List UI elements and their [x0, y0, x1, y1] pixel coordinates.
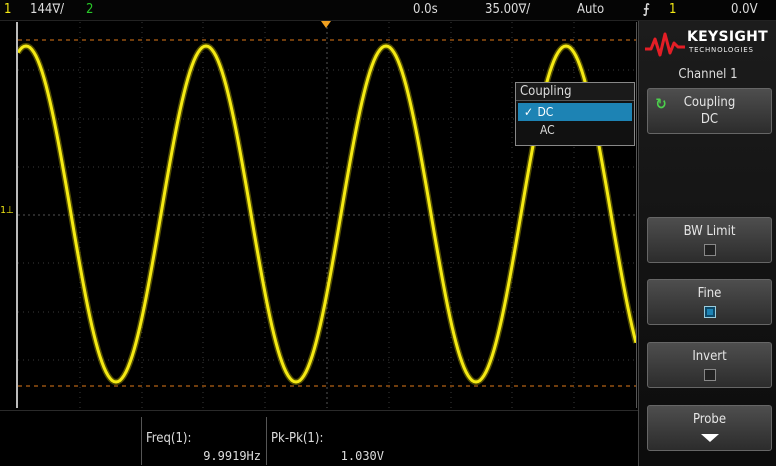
- status-bar: 1 144∇/ 2 0.0s 35.00∇/ Auto ⨍ 1 0.0V: [0, 0, 776, 21]
- keysight-logo: KEYSIGHT TECHNOLOGIES: [645, 27, 775, 61]
- measurement-freq-label: Freq(1):: [146, 431, 192, 446]
- channel2-number[interactable]: 2: [86, 2, 93, 18]
- brand-subtitle: TECHNOLOGIES: [689, 46, 754, 54]
- bw-limit-softkey[interactable]: BW Limit: [647, 217, 772, 263]
- trigger-source[interactable]: 1: [669, 2, 676, 18]
- invert-label: Invert: [692, 349, 727, 364]
- measurement-pkpk-value: 1.030V: [340, 449, 384, 463]
- coupling-dropdown-title: Coupling: [516, 83, 634, 101]
- coupling-softkey[interactable]: ↻ Coupling DC: [647, 88, 772, 134]
- coupling-option-dc[interactable]: ✓ DC: [518, 103, 632, 121]
- measurement-pkpk[interactable]: Pk-Pk(1): 1.030V: [266, 417, 388, 465]
- channel1-number[interactable]: 1: [4, 2, 11, 18]
- measurement-bar: Freq(1): 9.9919Hz Pk-Pk(1): 1.030V: [0, 410, 638, 466]
- keysight-wave-icon: [645, 32, 685, 57]
- trigger-mode[interactable]: Auto: [577, 2, 604, 18]
- coupling-option-dc-label: DC: [537, 105, 554, 119]
- probe-label: Probe: [692, 412, 727, 427]
- fine-checkbox: [703, 306, 716, 318]
- bw-limit-checkbox: [703, 244, 716, 256]
- measurement-freq[interactable]: Freq(1): 9.9919Hz: [141, 417, 265, 465]
- waveform-display[interactable]: [16, 22, 637, 408]
- rotate-knob-icon: ↻: [655, 95, 667, 113]
- trigger-edge-icon: ⨍: [643, 2, 650, 17]
- coupling-option-ac[interactable]: AC: [516, 121, 634, 140]
- probe-softkey[interactable]: Probe: [647, 405, 772, 451]
- measurement-freq-value: 9.9919Hz: [203, 449, 261, 463]
- coupling-dropdown[interactable]: Coupling ✓ DC AC: [515, 82, 635, 146]
- measurement-pkpk-label: Pk-Pk(1):: [271, 431, 324, 446]
- trigger-level[interactable]: 0.0V: [731, 2, 758, 18]
- channel1-scale[interactable]: 144∇/: [30, 2, 64, 18]
- fine-label: Fine: [697, 286, 722, 301]
- time-scale[interactable]: 35.00∇/: [485, 2, 530, 18]
- menu-title: Channel 1: [678, 67, 738, 82]
- time-position[interactable]: 0.0s: [413, 2, 438, 18]
- coupling-option-ac-label: AC: [540, 123, 555, 137]
- channel1-ground-marker[interactable]: 1⊥: [0, 206, 14, 216]
- coupling-softkey-value: DC: [700, 112, 719, 127]
- invert-softkey[interactable]: Invert: [647, 342, 772, 388]
- trigger-position-marker[interactable]: [321, 21, 331, 28]
- arrow-down-icon: [700, 434, 719, 442]
- invert-checkbox: [703, 369, 716, 381]
- fine-softkey[interactable]: Fine: [647, 279, 772, 325]
- graticule: [18, 22, 636, 408]
- bw-limit-label: BW Limit: [683, 224, 736, 239]
- brand-name: KEYSIGHT: [687, 29, 768, 45]
- softkey-panel: KEYSIGHT TECHNOLOGIES Channel 1 ↻ Coupli…: [638, 21, 776, 466]
- check-icon: ✓: [524, 105, 534, 119]
